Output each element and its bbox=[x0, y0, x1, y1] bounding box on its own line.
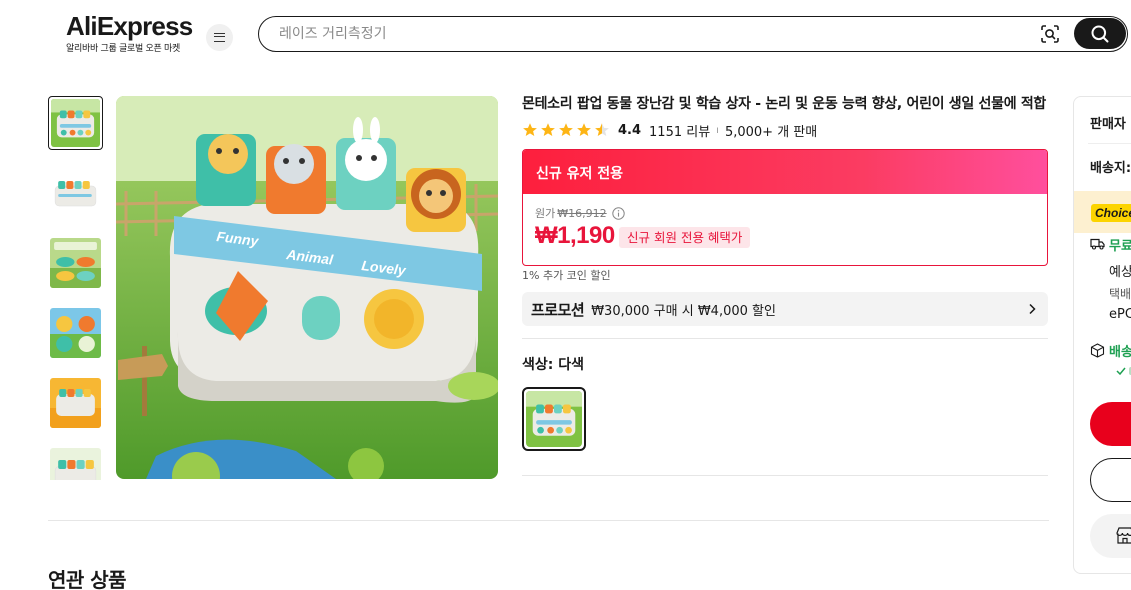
related-products-heading: 연관 상품 bbox=[48, 568, 127, 590]
product-thumbnail-image bbox=[50, 308, 101, 358]
search-input[interactable] bbox=[279, 23, 1019, 45]
coin-discount-note: 1% 추가 코인 할인 bbox=[522, 269, 611, 282]
main-product-image[interactable]: Funny Animal Lovely bbox=[116, 96, 498, 479]
thumbnail-1[interactable] bbox=[48, 96, 103, 150]
separator: ı bbox=[716, 124, 719, 136]
divider bbox=[522, 475, 1048, 476]
delivery-guarantee-label[interactable]: 배송 bbox=[1109, 341, 1131, 360]
half-star-icon bbox=[595, 123, 609, 136]
original-price-value: ₩16,912 bbox=[557, 206, 607, 220]
product-thumbnail-image bbox=[50, 378, 101, 428]
logo-subtitle: 알리바바 그룹 글로벌 오픈 마켓 bbox=[66, 44, 180, 54]
product-thumbnail-image bbox=[50, 238, 101, 288]
thumbnail-3[interactable] bbox=[48, 236, 103, 290]
package-icon bbox=[1090, 343, 1105, 358]
original-price: 원가 ₩16,912 bbox=[535, 205, 625, 221]
promotion-text: ₩30,000 구매 시 ₩4,000 할인 bbox=[591, 303, 776, 319]
menu-button[interactable] bbox=[206, 24, 233, 51]
divider bbox=[522, 338, 1048, 339]
star-icon bbox=[541, 123, 555, 136]
rating-row[interactable]: 4.4 1151 리뷰 ı 5,000+ 개 판매 bbox=[522, 121, 818, 140]
add-to-cart-button[interactable] bbox=[1090, 458, 1131, 502]
product-thumbnail-image bbox=[51, 99, 100, 147]
search-button[interactable] bbox=[1074, 18, 1126, 49]
review-count[interactable]: 1151 리뷰 bbox=[649, 121, 710, 140]
thumbnail-2[interactable] bbox=[48, 166, 103, 220]
seller-label[interactable]: 판매자 bbox=[1090, 113, 1126, 132]
chevron-right-icon bbox=[1029, 303, 1036, 315]
thumbnail-list bbox=[48, 96, 104, 480]
delivery-estimate: 예상 bbox=[1109, 265, 1131, 280]
carrier-label: 택배 bbox=[1109, 287, 1131, 301]
search-icon bbox=[1091, 25, 1109, 42]
star-icon bbox=[523, 123, 537, 136]
color-swatch-multicolor[interactable] bbox=[522, 387, 586, 451]
check-icon bbox=[1116, 367, 1126, 375]
free-shipping-label: 무료 bbox=[1109, 239, 1131, 254]
epc-label: ePC bbox=[1109, 307, 1131, 322]
truck-icon bbox=[1090, 238, 1105, 250]
choice-badge: Choice bbox=[1091, 204, 1131, 222]
rating-value: 4.4 bbox=[618, 122, 642, 138]
purchase-side-panel: 판매자 배송지: Choice 무료 예상 택배 ePC 배송 bbox=[1073, 96, 1131, 574]
new-user-deal-header: 신규 유저 전용 bbox=[523, 150, 1047, 194]
thumbnail-6[interactable] bbox=[48, 446, 103, 480]
section-divider bbox=[48, 520, 1049, 521]
search-bar bbox=[258, 16, 1128, 52]
sale-price: ₩1,190 bbox=[535, 222, 615, 249]
promotion-bar[interactable]: 프로모션 ₩30,000 구매 시 ₩4,000 할인 bbox=[522, 292, 1048, 326]
product-title: 몬테소리 팝업 동물 장난감 및 학습 상자 - 논리 및 운동 능력 향상, … bbox=[522, 96, 1047, 112]
star-rating bbox=[522, 122, 610, 138]
new-member-price-badge: 신규 회원 전용 혜택가 bbox=[619, 227, 751, 248]
image-search-icon[interactable] bbox=[1040, 24, 1060, 44]
buy-now-button[interactable] bbox=[1090, 402, 1131, 446]
star-icon bbox=[559, 123, 573, 136]
divider bbox=[1088, 143, 1131, 144]
thumbnail-4[interactable] bbox=[48, 306, 103, 360]
thumbnail-5[interactable] bbox=[48, 376, 103, 430]
store-icon bbox=[1116, 527, 1131, 544]
original-price-label: 원가 bbox=[535, 207, 556, 220]
sold-count: 5,000+ 개 판매 bbox=[724, 124, 818, 140]
promotion-tag: 프로모션 bbox=[531, 301, 585, 319]
swatch-image bbox=[526, 391, 582, 447]
product-thumbnail-image bbox=[50, 448, 101, 480]
info-icon[interactable] bbox=[611, 206, 625, 220]
aliexpress-logo[interactable]: AliExpress 알리바바 그룹 글로벌 오픈 마켓 bbox=[66, 11, 193, 56]
new-user-deal-card: 신규 유저 전용 원가 ₩16,912 ₩1,190 신규 회원 전용 혜택가 bbox=[522, 149, 1048, 266]
product-thumbnail-image bbox=[50, 168, 101, 218]
star-icon bbox=[577, 123, 591, 136]
ship-to-label[interactable]: 배송지: bbox=[1090, 157, 1131, 176]
color-label: 색상: 다색 bbox=[522, 357, 584, 373]
logo-wordmark: AliExpress bbox=[66, 11, 193, 41]
hamburger-icon bbox=[214, 33, 225, 42]
